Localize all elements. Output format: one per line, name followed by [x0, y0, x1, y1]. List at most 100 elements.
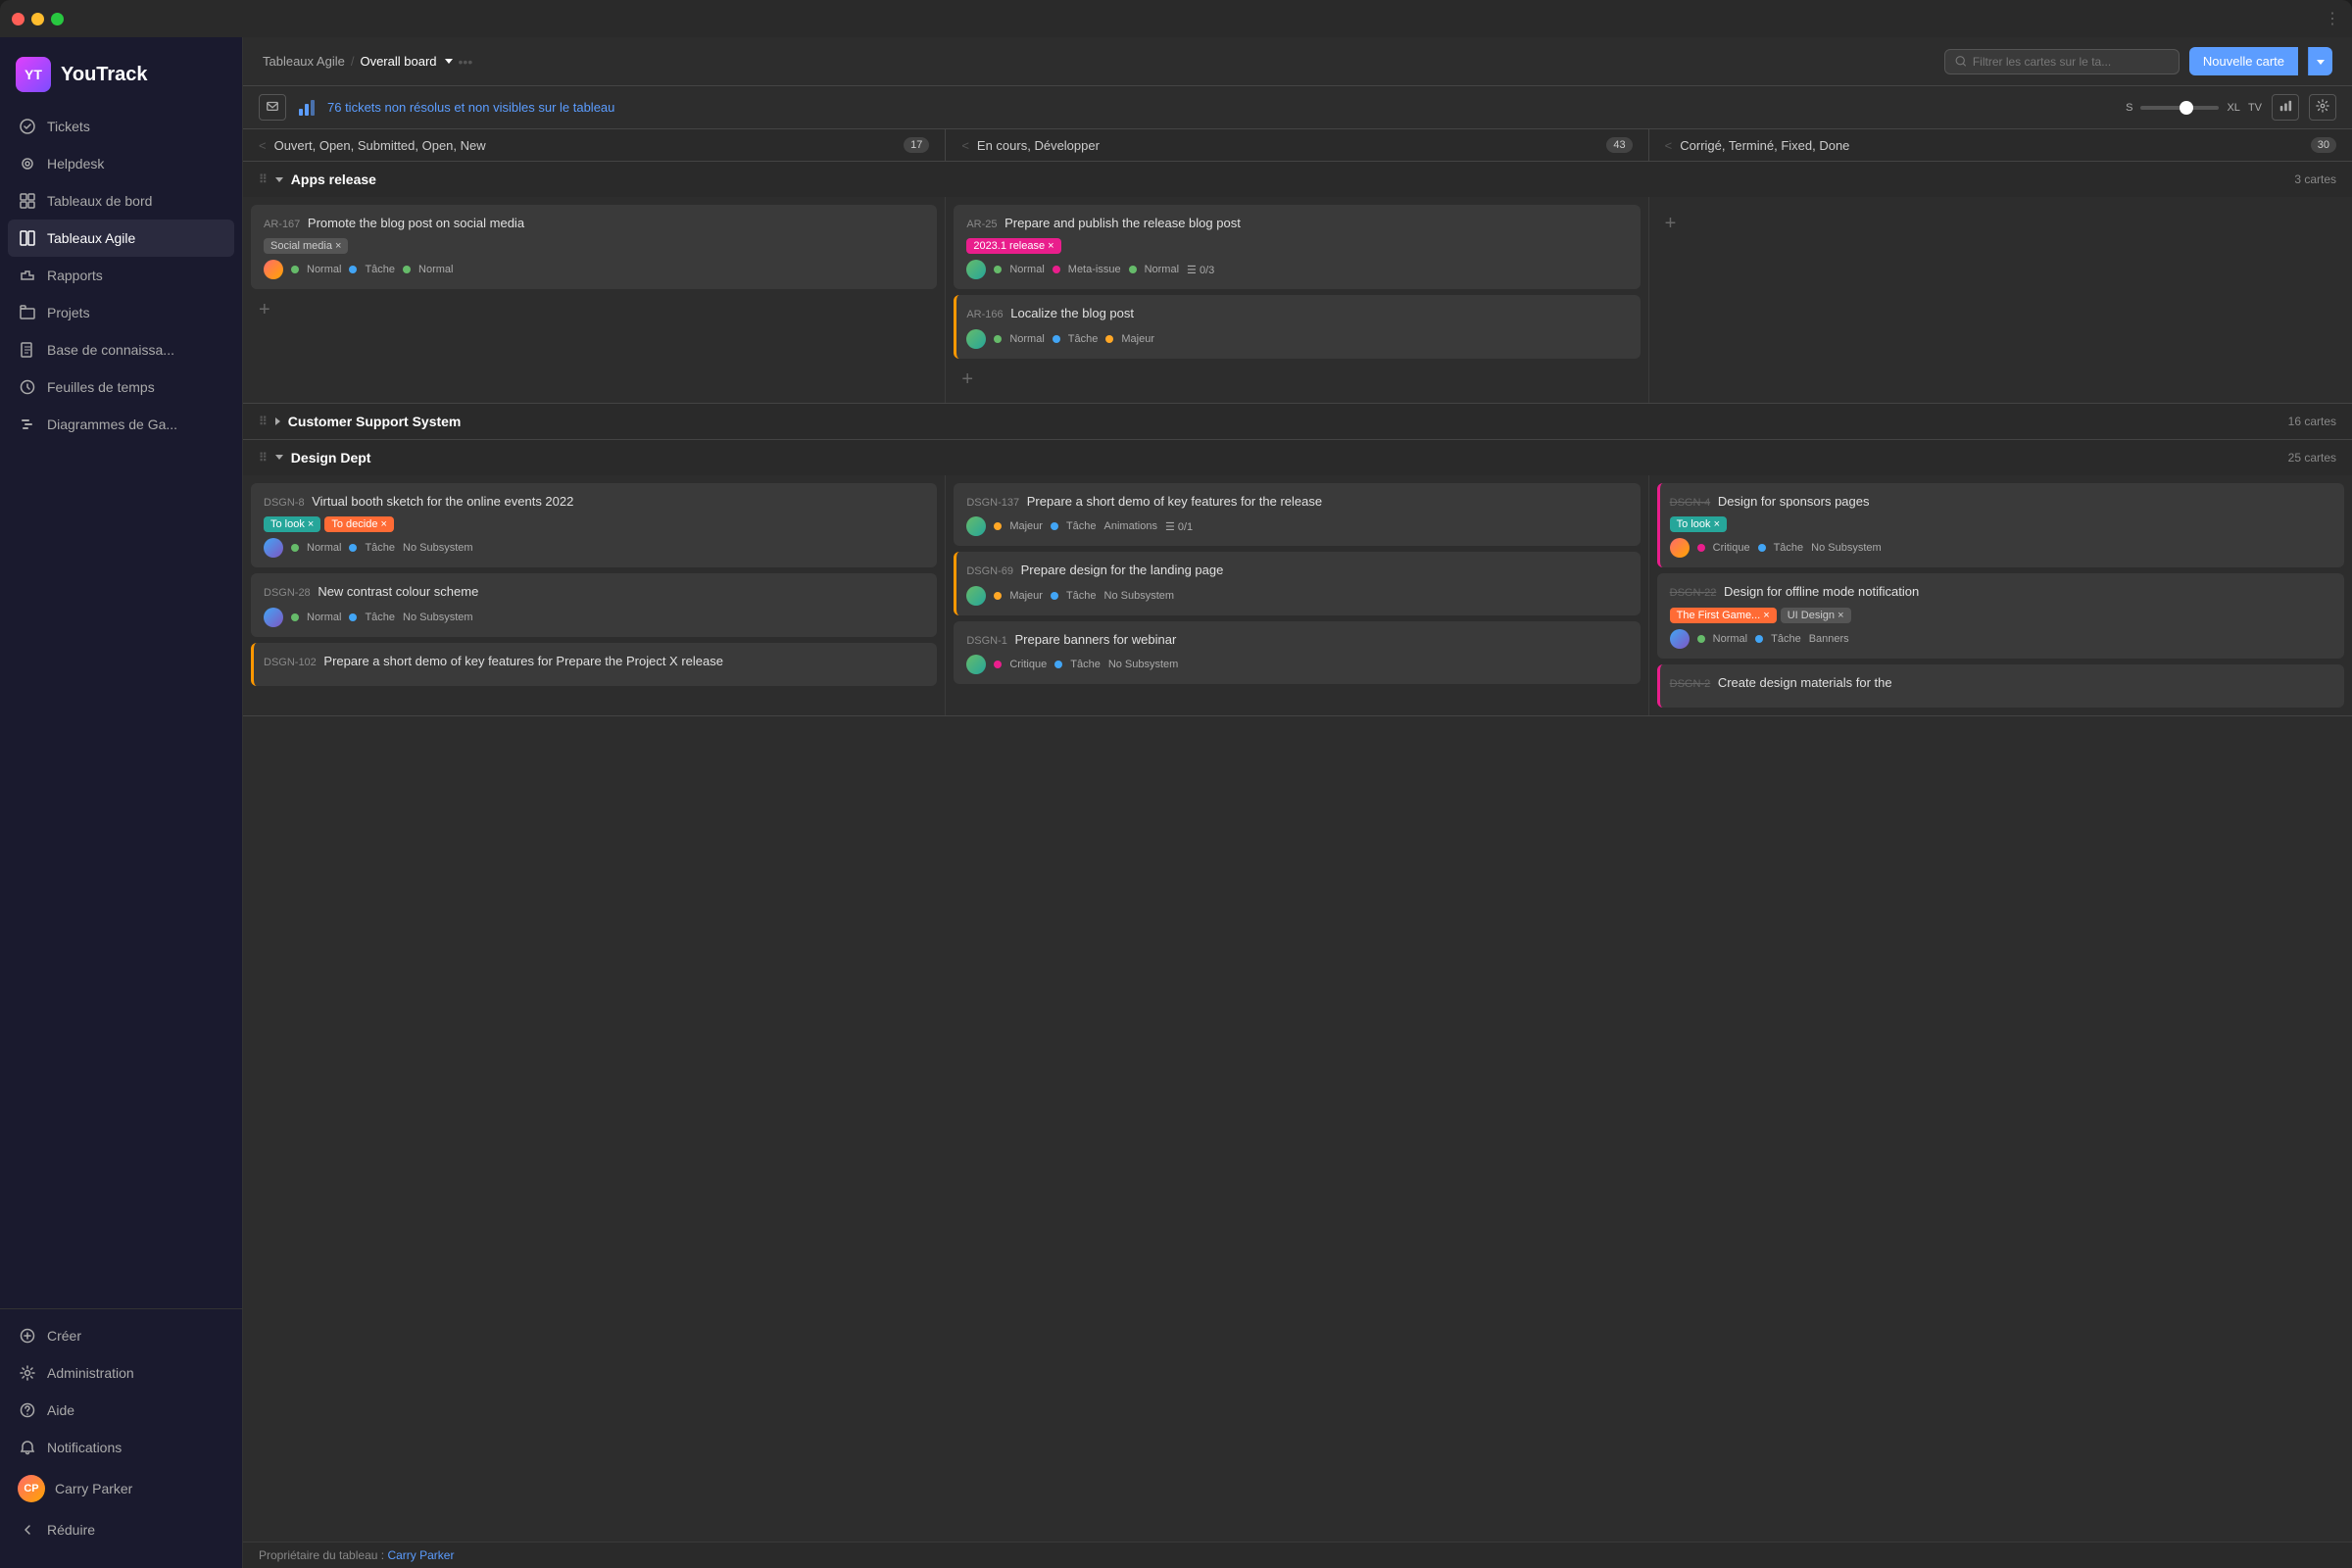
board-dropdown-icon[interactable]	[445, 59, 453, 64]
sidebar-item-label: Tickets	[47, 119, 90, 134]
priority-dot	[1697, 544, 1705, 552]
type-label: Tâche	[1771, 633, 1801, 645]
card-title-text: Prepare banners for webinar	[1015, 632, 1177, 647]
tag[interactable]: 2023.1 release ×	[966, 238, 1060, 254]
sidebar-notifications-btn[interactable]: Notifications	[8, 1429, 234, 1466]
sidebar-aide-btn[interactable]: Aide	[8, 1392, 234, 1429]
search-bar	[1944, 49, 2180, 74]
type-dot	[1053, 266, 1060, 273]
breadcrumb-parent[interactable]: Tableaux Agile	[263, 54, 345, 69]
add-card-btn[interactable]: +	[954, 365, 981, 395]
col-collapse-icon[interactable]: <	[1665, 138, 1673, 153]
subsystem-label: Majeur	[1121, 333, 1154, 345]
card-dsgn-8[interactable]: DSGN-8 Virtual booth sketch for the onli…	[251, 483, 937, 567]
tag[interactable]: To look ×	[264, 516, 320, 532]
card-ar-166[interactable]: AR-166 Localize the blog post Normal Tâc…	[954, 295, 1640, 358]
size-tv-label: TV	[2248, 102, 2262, 114]
headset-icon	[18, 154, 37, 173]
priority-label: Majeur	[1009, 520, 1043, 532]
minimize-button[interactable]	[31, 13, 44, 25]
new-card-button[interactable]: Nouvelle carte	[2189, 47, 2298, 75]
card-dsgn-1[interactable]: DSGN-1 Prepare banners for webinar Criti…	[954, 621, 1640, 684]
chart-view-btn[interactable]	[2272, 94, 2299, 121]
sidebar-item-base-connaissances[interactable]: Base de connaissa...	[8, 331, 234, 368]
tag[interactable]: To look ×	[1670, 516, 1727, 532]
col-header-label: En cours, Développer	[977, 138, 1100, 153]
sidebar-item-tableaux-bord[interactable]: Tableaux de bord	[8, 182, 234, 220]
swimlane-header-customer-support[interactable]: ⠿ Customer Support System 16 cartes	[243, 404, 2352, 439]
card-dsgn-137[interactable]: DSGN-137 Prepare a short demo of key fea…	[954, 483, 1640, 546]
size-slider: S XL TV	[2126, 102, 2262, 114]
card-dsgn-4[interactable]: DSGN-4 Design for sponsors pages To look…	[1657, 483, 2344, 567]
add-card-btn[interactable]: +	[1657, 209, 1685, 239]
tag[interactable]: The First Game... ×	[1670, 608, 1777, 623]
plus-icon	[18, 1326, 37, 1346]
sidebar-collapse-label: Réduire	[47, 1522, 95, 1538]
card-title-text: New contrast colour scheme	[318, 584, 478, 599]
type-dot	[1054, 661, 1062, 668]
breadcrumb-current: Overall board	[360, 54, 452, 69]
new-card-dropdown[interactable]	[2308, 47, 2332, 75]
sidebar-item-feuilles-temps[interactable]: Feuilles de temps	[8, 368, 234, 406]
card-id: AR-167	[264, 219, 300, 230]
sidebar-item-helpdesk[interactable]: Helpdesk	[8, 145, 234, 182]
tag[interactable]: UI Design ×	[1781, 608, 1851, 623]
card-dsgn-2[interactable]: DSGN-2 Create design materials for the	[1657, 664, 2344, 708]
swimlane-col-open: DSGN-8 Virtual booth sketch for the onli…	[243, 475, 946, 715]
card-title-text: Prepare design for the landing page	[1021, 563, 1224, 577]
subsystem-label: Animations	[1104, 520, 1157, 532]
card-dsgn-69[interactable]: DSGN-69 Prepare design for the landing p…	[954, 552, 1640, 614]
swimlane-content: DSGN-8 Virtual booth sketch for the onli…	[243, 475, 2352, 715]
card-avatar	[264, 260, 283, 279]
card-dsgn-28[interactable]: DSGN-28 New contrast colour scheme Norma…	[251, 573, 937, 636]
swimlane-toggle-icon[interactable]	[275, 177, 283, 182]
sidebar-item-projets[interactable]: Projets	[8, 294, 234, 331]
swimlane-header-design-dept[interactable]: ⠿ Design Dept 25 cartes	[243, 440, 2352, 475]
card-title-text: Create design materials for the	[1718, 675, 1892, 690]
card-title-text: Design for offline mode notification	[1724, 584, 1919, 599]
sidebar-item-tickets[interactable]: Tickets	[8, 108, 234, 145]
swimlane-header-apps-release[interactable]: ⠿ Apps release 3 cartes	[243, 162, 2352, 197]
slider-track[interactable]	[2140, 106, 2219, 110]
tag[interactable]: Social media ×	[264, 238, 348, 254]
sidebar-item-rapports[interactable]: Rapports	[8, 257, 234, 294]
footer-owner-link[interactable]: Carry Parker	[387, 1548, 454, 1562]
slider-thumb[interactable]	[2180, 101, 2193, 115]
priority-dot	[994, 661, 1002, 668]
close-button[interactable]	[12, 13, 24, 25]
email-filter-btn[interactable]	[259, 94, 286, 121]
sidebar-item-tableaux-agile[interactable]: Tableaux Agile	[8, 220, 234, 257]
bell-icon	[18, 1438, 37, 1457]
swimlane-toggle-icon[interactable]	[275, 417, 280, 425]
card-id: DSGN-1	[966, 635, 1007, 647]
sidebar-item-diagrammes[interactable]: Diagrammes de Ga...	[8, 406, 234, 443]
chart-icon	[18, 266, 37, 285]
maximize-button[interactable]	[51, 13, 64, 25]
sidebar-user-profile[interactable]: CP Carry Parker	[8, 1466, 234, 1511]
search-input[interactable]	[1973, 55, 2169, 69]
col-collapse-icon[interactable]: <	[259, 138, 267, 153]
swimlane-toggle-icon[interactable]	[275, 455, 283, 460]
swimlane-customer-support: ⠿ Customer Support System 16 cartes	[243, 404, 2352, 440]
sidebar-collapse-btn[interactable]: Réduire	[8, 1511, 234, 1548]
card-ar-167[interactable]: AR-167 Promote the blog post on social m…	[251, 205, 937, 289]
sidebar-create-btn[interactable]: Créer	[8, 1317, 234, 1354]
card-dsgn-102[interactable]: DSGN-102 Prepare a short demo of key fea…	[251, 643, 937, 686]
col-collapse-icon[interactable]: <	[961, 138, 969, 153]
tag[interactable]: To decide ×	[324, 516, 394, 532]
subsystem-label: Banners	[1809, 633, 1849, 645]
more-options-icon[interactable]: •••	[459, 54, 473, 70]
sidebar-administration-btn[interactable]: Administration	[8, 1354, 234, 1392]
book-icon	[18, 340, 37, 360]
window-menu-icon[interactable]: ⋮	[2325, 9, 2340, 28]
search-icon	[1955, 55, 1967, 68]
settings-btn[interactable]	[2309, 94, 2336, 121]
card-dsgn-22[interactable]: DSGN-22 Design for offline mode notifica…	[1657, 573, 2344, 658]
board-name: Overall board	[360, 54, 436, 69]
size-min-label: S	[2126, 102, 2132, 114]
subsystem-label: No Subsystem	[403, 542, 473, 554]
add-card-btn[interactable]: +	[251, 295, 278, 325]
checklist-icon: ☰ 0/3	[1187, 264, 1214, 276]
priority-label: Normal	[307, 542, 341, 554]
card-ar-25[interactable]: AR-25 Prepare and publish the release bl…	[954, 205, 1640, 289]
